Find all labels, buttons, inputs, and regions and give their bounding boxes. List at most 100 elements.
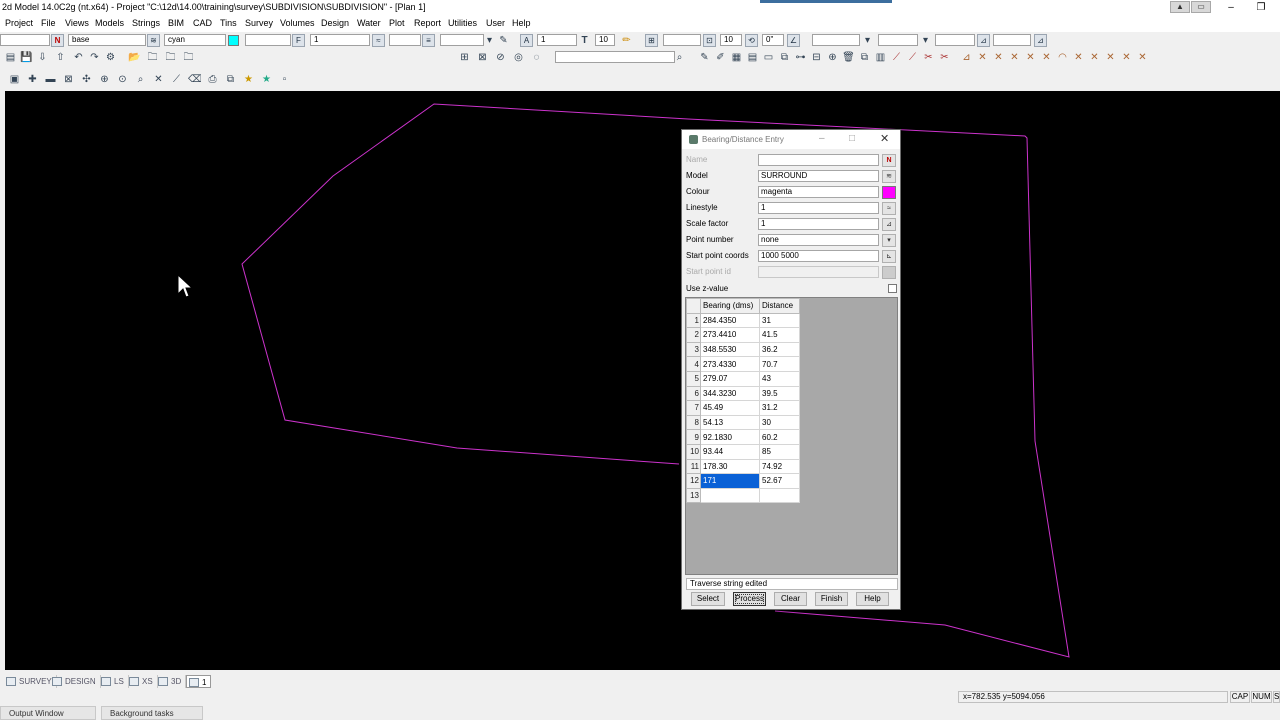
name-n-icon[interactable]: N (882, 154, 896, 167)
dialog-minimize-icon[interactable]: – (819, 133, 825, 144)
pick-point-icon[interactable]: ⊾ (882, 250, 896, 263)
xfactor-icon[interactable]: ⊿ (1034, 34, 1047, 47)
window-icon[interactable]: ▫ (278, 73, 291, 86)
cad-chamfer-icon[interactable]: ✕ (1040, 51, 1053, 64)
menu-cad[interactable]: CAD (193, 18, 212, 28)
chevron-down-icon[interactable]: ▾ (882, 234, 896, 247)
distance-cell[interactable]: 52.67 (759, 473, 800, 489)
cad-copy-icon[interactable]: ✕ (1136, 51, 1149, 64)
text-size-input[interactable]: 1 (537, 34, 577, 46)
colour-swatch-icon[interactable] (882, 186, 896, 199)
zoom-window-icon[interactable]: ⊠ (476, 51, 489, 64)
dialog-scale-input[interactable]: 1 (758, 218, 879, 230)
row-number[interactable]: 13 (686, 487, 701, 504)
cad-mirror-icon[interactable]: ✕ (1072, 51, 1085, 64)
rotate-icon[interactable]: ⟲ (745, 34, 758, 47)
distance-cell[interactable]: 85 (759, 443, 800, 460)
edit-string-icon[interactable]: ✎ (698, 51, 711, 64)
row-number[interactable]: 9 (686, 429, 701, 445)
folder-edit-icon[interactable]: 🗀 (164, 51, 177, 64)
distance-cell[interactable]: 31.2 (759, 400, 800, 416)
menu-file[interactable]: File (41, 18, 56, 28)
name-n-icon[interactable]: N (51, 34, 64, 47)
menu-bim[interactable]: BIM (168, 18, 184, 28)
table-row[interactable]: 8 54.13 30 (686, 414, 800, 431)
slant-icon[interactable]: ⊿ (977, 34, 990, 47)
linestyle-input[interactable]: 1 (310, 34, 370, 46)
row-number[interactable]: 8 (686, 414, 701, 431)
print-icon[interactable]: ⎙ (206, 73, 219, 86)
bearing-cell[interactable]: 178.30 (700, 458, 760, 475)
merge-icon[interactable]: ⊕ (826, 51, 839, 64)
zoom-arc-icon[interactable]: ◌ (530, 51, 543, 64)
view-tab-xs[interactable]: XS (127, 675, 158, 688)
plan-view-canvas[interactable] (5, 91, 1280, 670)
dialog-name-input[interactable] (758, 154, 879, 166)
row-number[interactable]: 11 (686, 458, 701, 475)
dialog-colour-input[interactable]: magenta (758, 186, 879, 198)
bearing-cell[interactable]: 348.5530 (700, 341, 760, 358)
table-row[interactable]: 5 279.07 43 (686, 370, 800, 387)
scroll-up-icon[interactable]: ▲ (1170, 1, 1190, 13)
angle-pick-icon[interactable]: ∠ (787, 34, 800, 47)
cad-line-icon[interactable]: ⟋ (890, 51, 903, 64)
background-tasks-tab[interactable]: Background tasks (101, 706, 203, 720)
tools-icon[interactable]: ✕ (152, 73, 165, 86)
menu-user[interactable]: User (486, 18, 505, 28)
gear-icon[interactable]: ⚙ (104, 51, 117, 64)
offset-input[interactable] (663, 34, 701, 46)
copy-icon[interactable]: ⧉ (858, 51, 871, 64)
distance-cell[interactable]: 30 (759, 414, 800, 431)
dialog-close-icon[interactable]: ✕ (880, 132, 889, 145)
delete-icon[interactable]: 🗑 (842, 51, 855, 64)
thickness-input[interactable] (389, 34, 421, 46)
row-number[interactable]: 3 (686, 341, 701, 358)
magnify-icon[interactable]: ⌕ (134, 73, 147, 86)
menu-project[interactable]: Project (5, 18, 33, 28)
model-input[interactable]: base (68, 34, 146, 46)
view-tab-design[interactable]: DESIGN (50, 675, 101, 688)
pick-pen-icon[interactable]: ✎ (497, 34, 510, 47)
text-t-icon[interactable]: T (578, 34, 591, 47)
folder-delete-icon[interactable]: 🗀 (182, 51, 195, 64)
menu-report[interactable]: Report (414, 18, 441, 28)
menu-utilities[interactable]: Utilities (448, 18, 477, 28)
favourite-icon[interactable]: ★ (242, 73, 255, 86)
dialog-title-bar[interactable]: Bearing/Distance Entry – □ ✕ (682, 130, 900, 149)
bearing-header[interactable]: Bearing (dms) (700, 298, 760, 314)
save-icon[interactable]: 💾 (20, 51, 33, 64)
star-icon[interactable]: ★ (260, 73, 273, 86)
colour-swatch-icon[interactable] (228, 35, 239, 46)
row-number[interactable]: 10 (686, 443, 701, 460)
bearing-cell[interactable]: 284.4350 (700, 312, 760, 329)
restore-pane-icon[interactable]: ▭ (1191, 1, 1211, 13)
table-row[interactable]: 9 92.1830 60.2 (686, 429, 800, 445)
zoom-extent-icon[interactable]: ⊞ (458, 51, 471, 64)
zoom-line-icon[interactable]: ⊘ (494, 51, 507, 64)
process-button[interactable]: Process (733, 592, 766, 606)
menu-survey[interactable]: Survey (245, 18, 273, 28)
zoom-in-icon[interactable]: ✚ (26, 73, 39, 86)
symbol-input[interactable] (440, 34, 484, 46)
new-icon[interactable]: ▤ (4, 51, 17, 64)
xfactor-input[interactable] (993, 34, 1031, 46)
zoom-window-icon[interactable]: ⊠ (62, 73, 75, 86)
bearing-cell[interactable]: 273.4330 (700, 356, 760, 372)
linestyle-icon[interactable]: ≈ (372, 34, 385, 47)
zoom-fit-icon[interactable]: ⊕ (98, 73, 111, 86)
slant-input[interactable] (935, 34, 975, 46)
menu-strings[interactable]: Strings (132, 18, 160, 28)
zoom-out-icon[interactable]: ▬ (44, 73, 57, 86)
bearing-cell[interactable]: 92.1830 (700, 429, 760, 445)
cad-edit-icon[interactable]: ✂ (922, 51, 935, 64)
distance-cell[interactable]: 74.92 (759, 458, 800, 475)
row-number[interactable]: 2 (686, 327, 701, 343)
monitor-icon[interactable]: ▭ (762, 51, 775, 64)
brush-icon[interactable]: ✐ (714, 51, 727, 64)
output-window-tab[interactable]: Output Window (0, 706, 96, 720)
menu-design[interactable]: Design (321, 18, 349, 28)
table-row[interactable]: 3 348.5530 36.2 (686, 341, 800, 358)
sheet-icon[interactable]: ▥ (874, 51, 887, 64)
view-tab-survey[interactable]: SURVEY (4, 675, 57, 688)
select-button[interactable]: Select (691, 592, 725, 606)
